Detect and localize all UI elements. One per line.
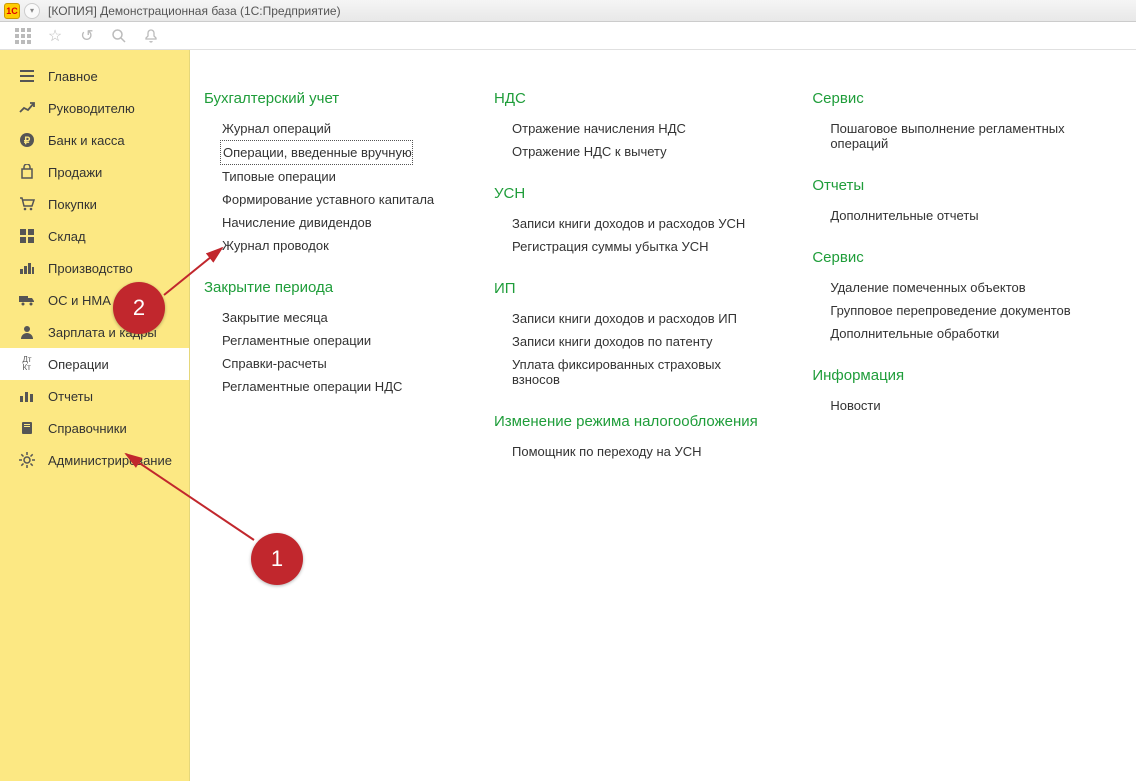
menu-link[interactable]: Журнал проводок — [204, 234, 454, 257]
sidebar-item-label: Главное — [48, 69, 98, 84]
bag-icon — [18, 163, 36, 181]
titlebar: 1С ▾ [КОПИЯ] Демонстрационная база (1С:П… — [0, 0, 1136, 22]
chart-up-icon — [18, 99, 36, 117]
bars-icon — [18, 387, 36, 405]
content-area: Бухгалтерский учет Журнал операцийОпераци… — [190, 50, 1136, 781]
sidebar-item-label: Производство — [48, 261, 133, 276]
sidebar-item-0[interactable]: Главное — [0, 60, 189, 92]
menu-link[interactable]: Типовые операции — [204, 165, 454, 188]
boxes-icon — [18, 227, 36, 245]
sidebar-item-label: Банк и касса — [48, 133, 125, 148]
menu-link[interactable]: Дополнительные обработки — [812, 322, 1126, 345]
annotation-badge-1: 1 — [251, 533, 303, 585]
top-toolbar: ☆ ↺ — [0, 22, 1136, 50]
sidebar-item-6[interactable]: Производство — [0, 252, 189, 284]
menu-link[interactable]: Отражение НДС к вычету — [494, 140, 772, 163]
sidebar-item-label: Руководителю — [48, 101, 135, 116]
menu-link[interactable]: Записи книги доходов по патенту — [494, 330, 772, 353]
menu-link[interactable]: Новости — [812, 394, 1126, 417]
search-icon[interactable] — [110, 27, 128, 45]
bell-icon[interactable] — [142, 27, 160, 45]
sidebar-item-label: Отчеты — [48, 389, 93, 404]
section-header[interactable]: ИП — [494, 280, 772, 297]
section-header[interactable]: Бухгалтерский учет — [204, 90, 454, 107]
menu-link[interactable]: Регламентные операции — [204, 329, 454, 352]
truck-icon — [18, 291, 36, 309]
menu-link[interactable]: Закрытие месяца — [204, 306, 454, 329]
person-icon — [18, 323, 36, 341]
app-logo-icon: 1С — [4, 3, 20, 19]
ruble-icon: ₽ — [18, 131, 36, 149]
window-title: [КОПИЯ] Демонстрационная база (1С:Предпр… — [48, 4, 341, 18]
sidebar-item-5[interactable]: Склад — [0, 220, 189, 252]
section-header[interactable]: Изменение режима налогообложения — [494, 413, 772, 430]
dropdown-icon[interactable]: ▾ — [24, 3, 40, 19]
menu-icon — [18, 67, 36, 85]
section-header[interactable]: НДС — [494, 90, 772, 107]
sidebar-item-2[interactable]: ₽ Банк и касса — [0, 124, 189, 156]
sidebar-item-label: Покупки — [48, 197, 97, 212]
sidebar-item-label: Склад — [48, 229, 86, 244]
menu-link[interactable]: Записи книги доходов и расходов ИП — [494, 307, 772, 330]
menu-link[interactable]: Журнал операций — [204, 117, 454, 140]
menu-link[interactable]: Операции, введенные вручную — [220, 140, 413, 165]
svg-text:₽: ₽ — [24, 136, 31, 147]
sidebar-item-4[interactable]: Покупки — [0, 188, 189, 220]
annotation-badge-2: 2 — [113, 282, 165, 334]
sidebar-item-label: Операции — [48, 357, 109, 372]
menu-link[interactable]: Помощник по переходу на УСН — [494, 440, 772, 463]
content-col2: НДС Отражение начисления НДСОтражение НДС… — [494, 90, 772, 771]
cart-icon — [18, 195, 36, 213]
content-col1: Бухгалтерский учет Журнал операцийОпераци… — [204, 90, 454, 771]
sidebar-item-label: Администрирование — [48, 453, 172, 468]
menu-link[interactable]: Групповое перепроведение документов — [812, 299, 1126, 322]
section-header[interactable]: УСН — [494, 185, 772, 202]
sidebar-item-10[interactable]: Отчеты — [0, 380, 189, 412]
sidebar-item-9[interactable]: ДтКт Операции — [0, 348, 189, 380]
section-header[interactable]: Закрытие периода — [204, 279, 454, 296]
sidebar-item-label: ОС и НМА — [48, 293, 111, 308]
section-header[interactable]: Сервис — [812, 249, 1126, 266]
sidebar: Главное Руководителю ₽ Банк и касса Продажи П… — [0, 50, 190, 781]
menu-link[interactable]: Регистрация суммы убытка УСН — [494, 235, 772, 258]
menu-link[interactable]: Справки-расчеты — [204, 352, 454, 375]
menu-link[interactable]: Регламентные операции НДС — [204, 375, 454, 398]
menu-link[interactable]: Отражение начисления НДС — [494, 117, 772, 140]
history-icon[interactable]: ↺ — [78, 27, 96, 45]
content-col3: Сервис Пошаговое выполнение регламентных … — [812, 90, 1126, 771]
sidebar-item-3[interactable]: Продажи — [0, 156, 189, 188]
sidebar-item-11[interactable]: Справочники — [0, 412, 189, 444]
menu-link[interactable]: Пошаговое выполнение регламентных операц… — [812, 117, 1126, 155]
section-header[interactable]: Отчеты — [812, 177, 1126, 194]
sidebar-item-1[interactable]: Руководителю — [0, 92, 189, 124]
menu-link[interactable]: Записи книги доходов и расходов УСН — [494, 212, 772, 235]
menu-link[interactable]: Начисление дивидендов — [204, 211, 454, 234]
sidebar-item-label: Продажи — [48, 165, 102, 180]
menu-link[interactable]: Удаление помеченных объектов — [812, 276, 1126, 299]
gear-icon — [18, 451, 36, 469]
star-icon[interactable]: ☆ — [46, 27, 64, 45]
apps-grid-icon[interactable] — [14, 27, 32, 45]
section-header[interactable]: Сервис — [812, 90, 1126, 107]
dt-kt-icon: ДтКт — [18, 355, 36, 373]
menu-link[interactable]: Формирование уставного капитала — [204, 188, 454, 211]
sidebar-item-12[interactable]: Администрирование — [0, 444, 189, 476]
section-header[interactable]: Информация — [812, 367, 1126, 384]
factory-icon — [18, 259, 36, 277]
menu-link[interactable]: Дополнительные отчеты — [812, 204, 1126, 227]
sidebar-item-label: Справочники — [48, 421, 127, 436]
book-icon — [18, 419, 36, 437]
menu-link[interactable]: Уплата фиксированных страховых взносов — [494, 353, 772, 391]
